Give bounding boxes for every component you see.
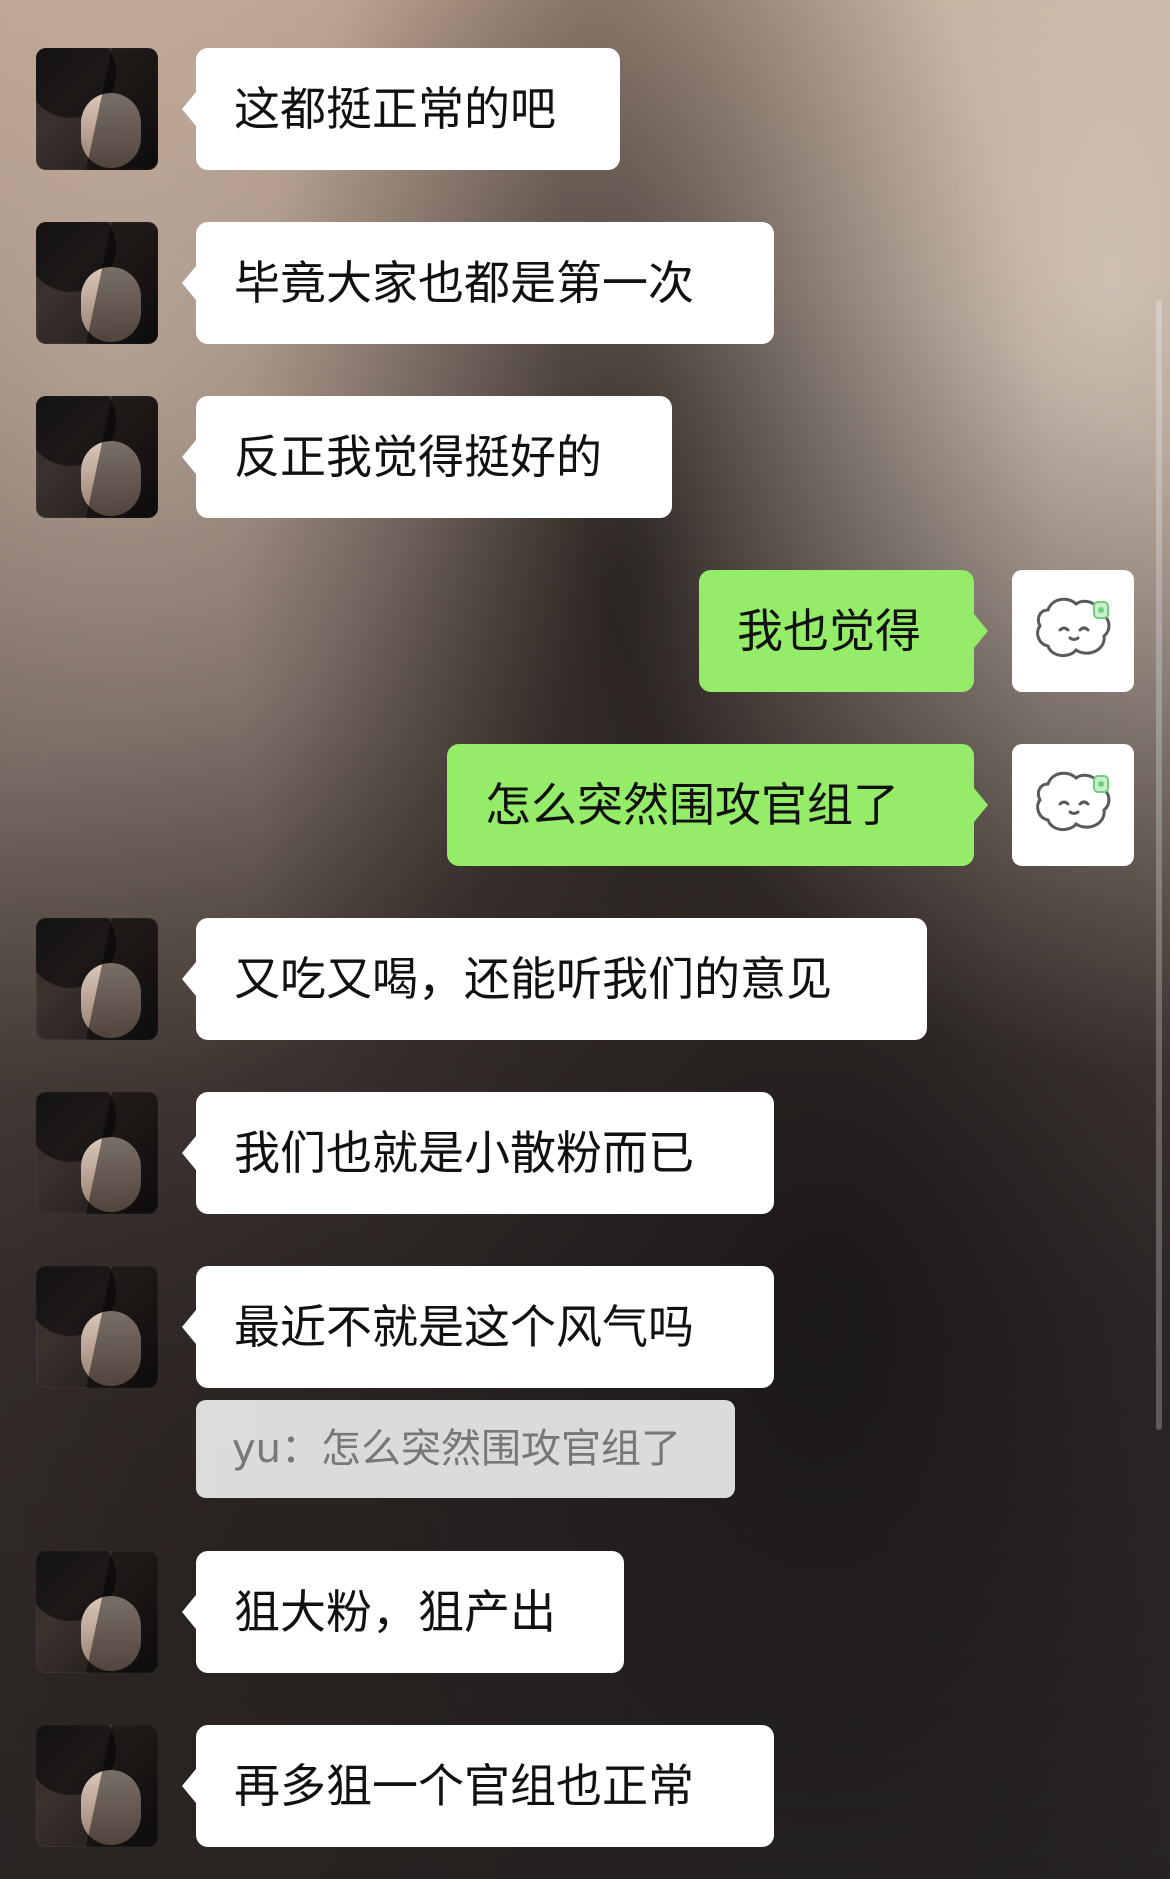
message-text: 狙大粉，狙产出: [234, 1585, 556, 1639]
message-bubble[interactable]: 再多狙一个官组也正常: [182, 1725, 774, 1847]
message-bubble[interactable]: 反正我觉得挺好的: [182, 396, 672, 518]
quoted-message-text: yu：怎么突然围攻官组了: [232, 1426, 682, 1472]
contact-avatar[interactable]: [36, 48, 158, 170]
sticker-face-icon: [1036, 771, 1111, 831]
contact-avatar[interactable]: [36, 1551, 158, 1673]
message-text: 毕竟大家也都是第一次: [234, 256, 694, 310]
message-text: 我也觉得: [737, 604, 921, 658]
message-text: 反正我觉得挺好的: [234, 430, 602, 484]
message-row: 又吃又喝，还能听我们的意见: [0, 918, 1170, 1040]
message-bubble[interactable]: 毕竟大家也都是第一次: [182, 222, 774, 344]
contact-avatar[interactable]: [36, 1725, 158, 1847]
message-text: 怎么突然围攻官组了: [485, 778, 899, 832]
sticker-face-icon: [1036, 597, 1111, 657]
message-bubble[interactable]: 又吃又喝，还能听我们的意见: [182, 918, 927, 1040]
message-bubble[interactable]: 我也觉得: [699, 570, 988, 692]
message-text: 再多狙一个官组也正常: [234, 1759, 694, 1813]
message-row: 怎么突然围攻官组了: [0, 744, 1170, 866]
user-avatar[interactable]: [1012, 744, 1134, 866]
message-text: 这都挺正常的吧: [234, 82, 556, 136]
message-bubble[interactable]: 我们也就是小散粉而已: [182, 1092, 774, 1214]
quoted-message[interactable]: yu：怎么突然围攻官组了: [196, 1400, 735, 1498]
message-bubble[interactable]: 狙大粉，狙产出: [182, 1551, 624, 1673]
message-row: 再多狙一个官组也正常: [0, 1725, 1170, 1847]
contact-avatar[interactable]: [36, 222, 158, 344]
message-bubble[interactable]: 这都挺正常的吧: [182, 48, 620, 170]
message-row: 我也觉得: [0, 570, 1170, 692]
message-row: 狙大粉，狙产出: [0, 1551, 1170, 1673]
message-row: 最近不就是这个风气吗: [0, 1266, 1170, 1388]
message-row: 我们也就是小散粉而已: [0, 1092, 1170, 1214]
message-bubble[interactable]: 最近不就是这个风气吗: [182, 1266, 774, 1388]
contact-avatar[interactable]: [36, 396, 158, 518]
contact-avatar[interactable]: [36, 1092, 158, 1214]
message-text: 又吃又喝，还能听我们的意见: [234, 952, 832, 1006]
message-row: 反正我觉得挺好的: [0, 396, 1170, 518]
message-row: 这都挺正常的吧: [0, 48, 1170, 170]
message-text: 最近不就是这个风气吗: [234, 1300, 694, 1354]
message-row: 毕竟大家也都是第一次: [0, 222, 1170, 344]
contact-avatar[interactable]: [36, 1266, 158, 1388]
message-bubble[interactable]: 怎么突然围攻官组了: [447, 744, 988, 866]
message-text: 我们也就是小散粉而已: [234, 1126, 694, 1180]
user-avatar[interactable]: [1012, 570, 1134, 692]
contact-avatar[interactable]: [36, 918, 158, 1040]
